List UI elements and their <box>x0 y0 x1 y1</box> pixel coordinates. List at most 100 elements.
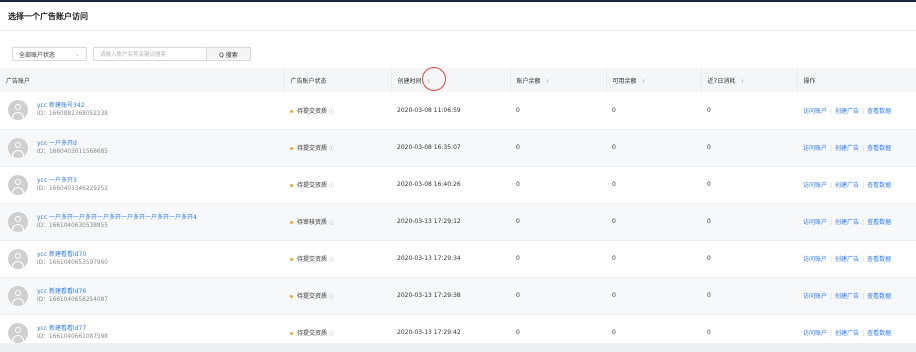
visit-account-link[interactable]: 访问账户 <box>803 293 827 300</box>
annotation-circle <box>422 67 446 91</box>
account-status-select-value: 全部账户状态 <box>19 51 56 59</box>
account-name-link[interactable]: ycc 新建看看ld77 <box>37 325 108 333</box>
view-data-link[interactable]: 查看数据 <box>867 293 891 300</box>
account-name-link[interactable]: ycc 一户多开3 <box>37 177 108 185</box>
operations-cell: 访问账户 | 创建广告 | 查看数据 <box>797 203 916 240</box>
account-name-link[interactable]: ycc 新建看看ld70 <box>37 251 108 259</box>
visit-account-link[interactable]: 访问账户 <box>803 256 827 263</box>
account-cell: ycc 一户多开一户多开一户多开一户多开一户多开一户多开4 ID：1661040… <box>0 203 284 240</box>
sort-icon[interactable]: ⇕ <box>740 79 744 85</box>
account-text: ycc 一户多开d ID：1660403011568685 <box>37 140 108 156</box>
balance-value: 0 <box>516 106 520 114</box>
create-ad-link[interactable]: 创建广告 <box>835 219 859 226</box>
status-cell: 待提交资质 ⓘ <box>284 277 391 314</box>
status-cell: 待审核资质 ⓘ <box>284 203 391 240</box>
visit-account-link[interactable]: 访问账户 <box>803 330 827 337</box>
avatar <box>8 174 28 195</box>
view-data-link[interactable]: 查看数据 <box>867 108 891 115</box>
account-name-link[interactable]: ycc 新建看看ld76 <box>37 288 108 296</box>
info-icon[interactable]: ⓘ <box>329 146 334 152</box>
info-icon[interactable]: ⓘ <box>329 109 334 115</box>
column-header[interactable]: 创建时间 ⇕ <box>391 68 511 92</box>
status-cell: 待提交资质 ⓘ <box>284 92 391 129</box>
available-value: 0 <box>612 329 616 336</box>
account-cell: ycc 一户多开d ID：1660403011568685 <box>0 129 284 166</box>
create-ad-link[interactable]: 创建广告 <box>835 256 859 263</box>
account-id: ID：1661040630538855 <box>37 222 108 229</box>
spend7-value: 0 <box>707 255 711 262</box>
separator: | <box>862 107 865 115</box>
column-header-label: 广告账户 <box>6 77 31 85</box>
view-data-link[interactable]: 查看数据 <box>867 256 891 263</box>
column-header[interactable]: 可用余额 ⇕ <box>606 68 702 92</box>
created-time: 2020-03-08 16:40:26 <box>397 181 461 188</box>
visit-account-link[interactable]: 访问账户 <box>803 219 827 226</box>
avatar <box>8 322 28 343</box>
create-ad-link[interactable]: 创建广告 <box>835 182 859 189</box>
column-header-label: 账户余额 <box>516 77 541 85</box>
account-info: ycc 新建看看ld76 ID：1661040658254087 <box>6 285 284 306</box>
visit-account-link[interactable]: 访问账户 <box>803 145 827 152</box>
account-text: ycc 新建看看ld77 ID：1661040661087598 <box>37 325 108 341</box>
status-dot-icon <box>290 332 293 335</box>
view-data-link[interactable]: 查看数据 <box>867 182 891 189</box>
info-icon[interactable]: ⓘ <box>329 220 334 226</box>
balance-value: 0 <box>516 292 520 299</box>
search-button[interactable]: Q 搜索 <box>207 47 251 61</box>
account-id: ID：1660403346229252 <box>37 185 108 192</box>
status-text: 待提交资质 <box>297 293 328 300</box>
status-text: 待审核资质 <box>297 219 328 226</box>
account-info: ycc 新建账号342 ID：1660882368052238 <box>6 100 284 121</box>
column-header-label: 近7日消耗 <box>707 77 736 85</box>
status-cell: 待提交资质 ⓘ <box>284 314 391 351</box>
status-text: 待提交资质 <box>297 107 328 115</box>
separator: | <box>830 219 833 226</box>
view-data-link[interactable]: 查看数据 <box>867 145 891 152</box>
created-time: 2020-03-13 17:29:38 <box>397 292 461 299</box>
create-ad-link[interactable]: 创建广告 <box>835 293 859 300</box>
column-header[interactable]: 近7日消耗 ⇕ <box>701 68 798 92</box>
view-data-link[interactable]: 查看数据 <box>867 330 891 337</box>
search-input[interactable]: 请输入账户名称关键词搜索 <box>93 47 207 61</box>
create-ad-link[interactable]: 创建广告 <box>835 330 859 337</box>
info-icon[interactable]: ⓘ <box>329 257 334 263</box>
account-text: ycc 新建看看ld70 ID：1661040653597960 <box>37 251 108 267</box>
info-icon[interactable]: ⓘ <box>329 183 334 189</box>
balance-value: 0 <box>516 181 520 188</box>
account-status-select[interactable]: 全部账户状态 ⌄ <box>12 47 87 61</box>
account-name-link[interactable]: ycc 一户多开d <box>37 140 108 148</box>
sort-icon[interactable]: ⇕ <box>546 79 550 85</box>
separator: | <box>830 330 833 337</box>
created-time: 2020-03-13 17:29:42 <box>397 329 461 336</box>
create-ad-link[interactable]: 创建广告 <box>835 145 859 152</box>
column-header[interactable]: 账户余额 ⇕ <box>510 68 607 92</box>
create-ad-link[interactable]: 创建广告 <box>835 108 859 115</box>
account-text: ycc 新建看看ld76 ID：1661040658254087 <box>37 288 108 304</box>
available-value: 0 <box>612 218 616 225</box>
account-info: ycc 新建看看ld77 ID：1661040661087598 <box>6 322 284 343</box>
view-data-link[interactable]: 查看数据 <box>867 219 891 226</box>
account-name-link[interactable]: ycc 一户多开一户多开一户多开一户多开一户多开一户多开4 <box>37 214 197 222</box>
spend7-value: 0 <box>707 181 711 188</box>
avatar <box>8 285 28 306</box>
status-dot-icon <box>290 109 293 113</box>
separator: | <box>830 145 833 152</box>
info-icon[interactable]: ⓘ <box>329 331 334 337</box>
status-cell: 待提交资质 ⓘ <box>284 129 391 166</box>
balance-value: 0 <box>516 255 520 262</box>
page-title: 选择一个广告账户访问 <box>8 12 88 21</box>
account-id: ID：1661040661087598 <box>37 333 108 340</box>
sort-icon[interactable]: ⇕ <box>642 79 646 85</box>
separator: | <box>862 256 865 263</box>
account-name-link[interactable]: ycc 新建账号342 <box>37 102 108 110</box>
visit-account-link[interactable]: 访问账户 <box>803 182 827 189</box>
separator: | <box>830 256 833 263</box>
operations-cell: 访问账户 | 创建广告 | 查看数据 <box>797 240 916 277</box>
available-value: 0 <box>612 181 616 188</box>
visit-account-link[interactable]: 访问账户 <box>803 108 827 115</box>
column-header: 操作 <box>797 68 916 92</box>
account-text: ycc 一户多开一户多开一户多开一户多开一户多开一户多开4 ID：1661040… <box>37 214 197 230</box>
status-text: 待提交资质 <box>297 182 328 189</box>
info-icon[interactable]: ⓘ <box>329 294 334 300</box>
table-row: ycc 一户多开一户多开一户多开一户多开一户多开一户多开4 ID：1661040… <box>0 203 916 240</box>
